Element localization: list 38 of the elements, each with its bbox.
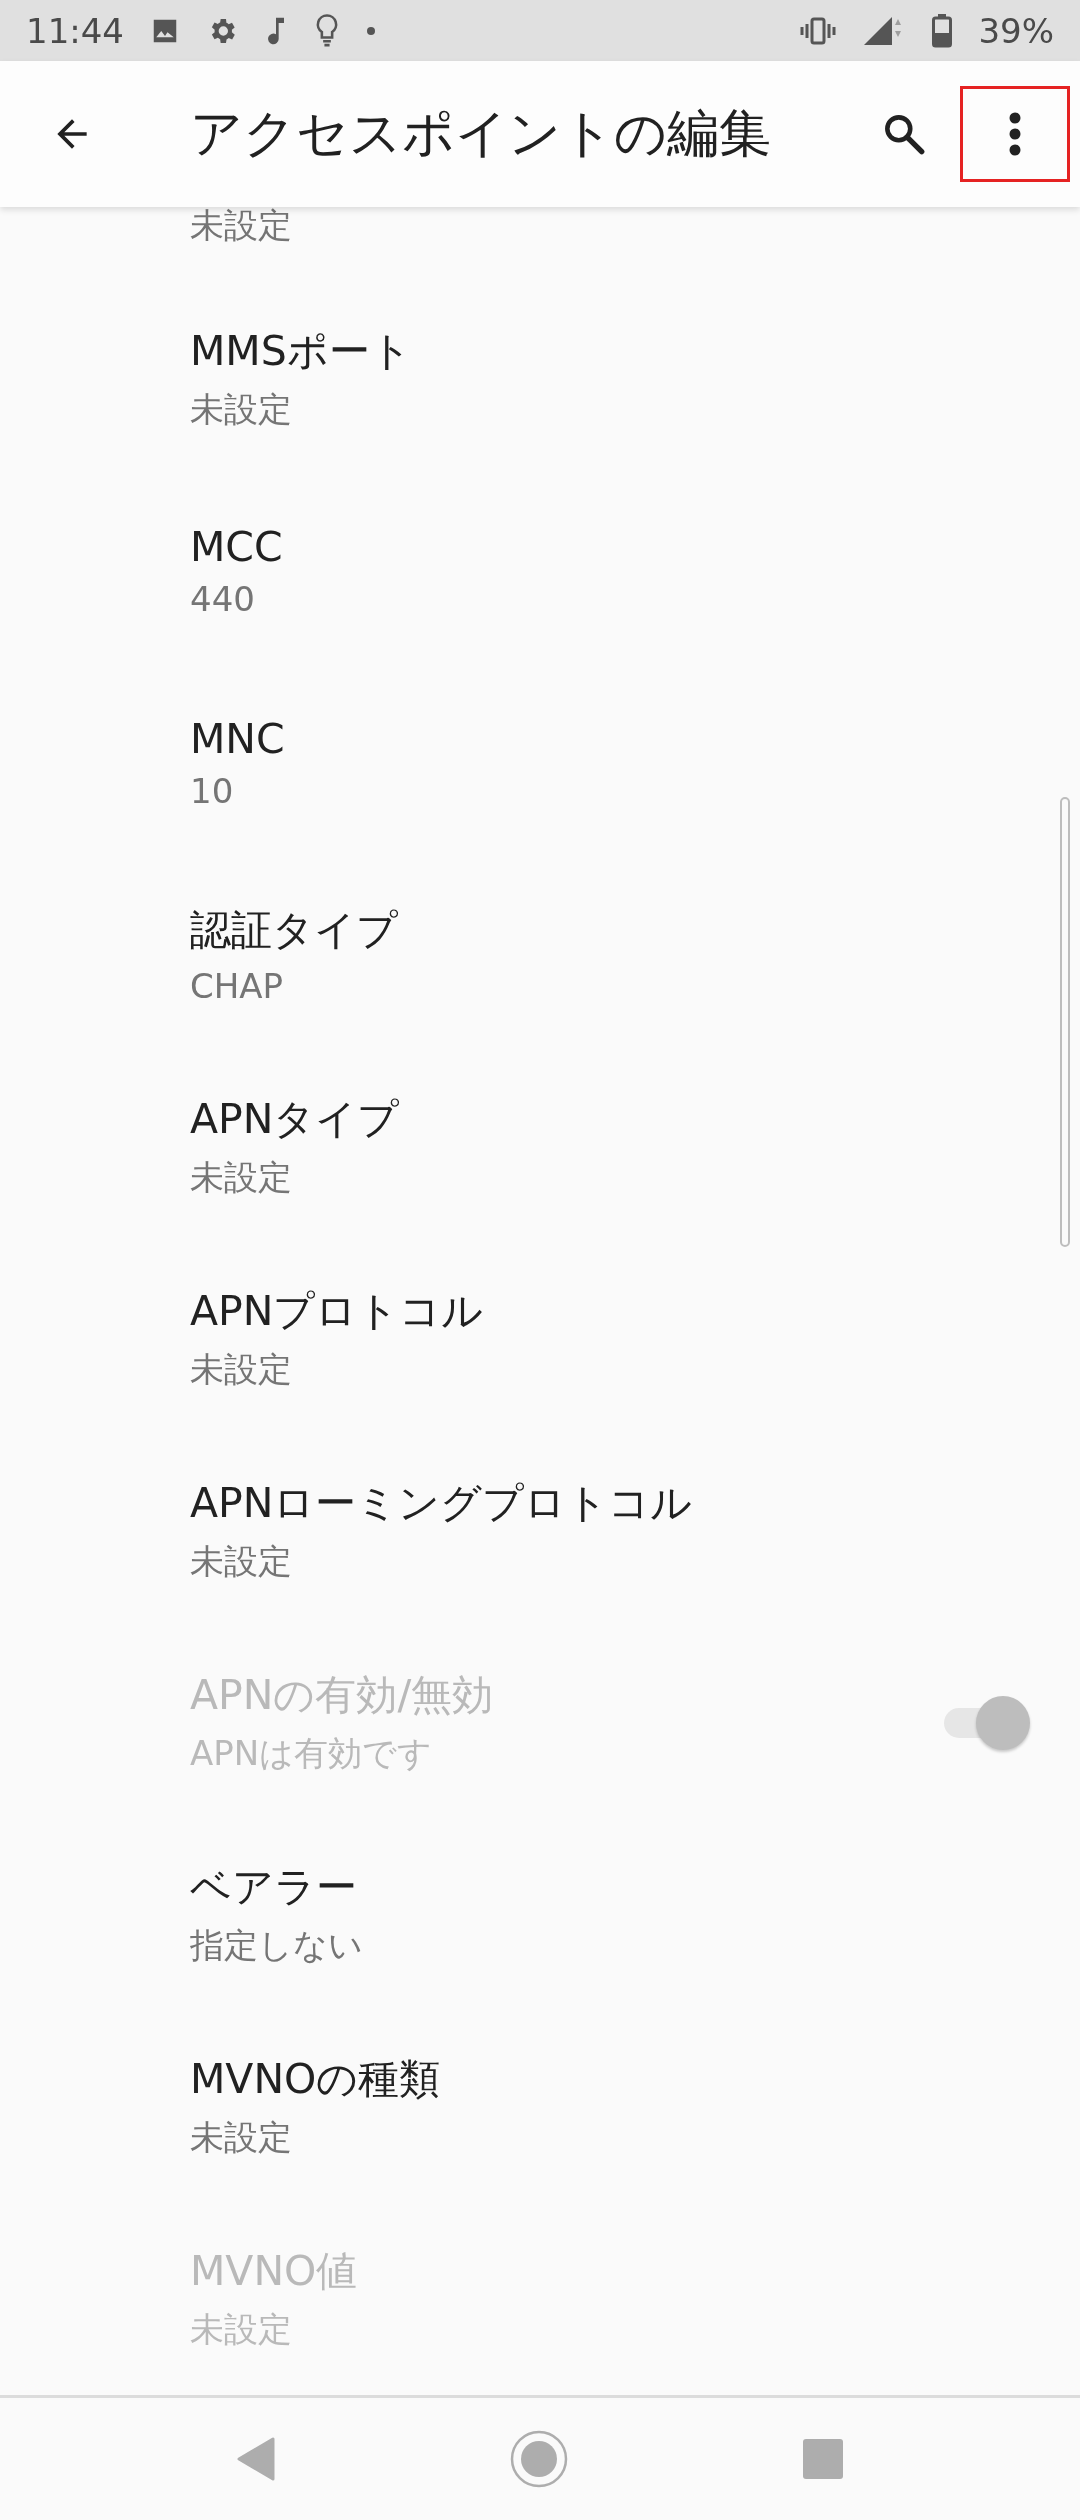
- battery-icon: [932, 13, 953, 48]
- setting-summary: CHAP: [190, 966, 285, 1007]
- setting-summary: 未設定: [190, 2308, 293, 2352]
- clock-time: 11:44: [26, 10, 124, 51]
- screen-title: アクセスポイントの編集: [190, 101, 772, 165]
- setting-title: MMSポート: [190, 326, 413, 378]
- setting-summary: 440: [190, 578, 256, 619]
- dot-icon: [366, 25, 376, 36]
- setting-summary: 未設定: [190, 1156, 293, 1200]
- setting-title: MVNOの種類: [190, 2054, 442, 2106]
- setting-title: ベアラー: [190, 1862, 358, 1914]
- setting-summary: 10: [190, 770, 235, 811]
- setting-title: MCC: [190, 522, 284, 571]
- setting-title: MNC: [190, 714, 286, 763]
- battery-percentage: 39%: [978, 10, 1054, 51]
- setting-summary: 未設定: [190, 1540, 293, 1584]
- setting-title: APNプロトコル: [190, 1286, 485, 1338]
- setting-summary: 未設定: [190, 206, 292, 243]
- nav-back-button[interactable]: [237, 2436, 276, 2481]
- recents-button[interactable]: [802, 2438, 843, 2479]
- setting-title: APNタイプ: [190, 1094, 401, 1146]
- home-button[interactable]: [510, 2429, 568, 2488]
- setting-summary: APNは有効です: [190, 1732, 434, 1776]
- setting-summary: 未設定: [190, 1348, 293, 1392]
- circle-icon: [510, 2429, 568, 2488]
- setting-summary: 未設定: [190, 388, 293, 432]
- square-icon: [802, 2438, 843, 2479]
- more-vert-icon: [1008, 110, 1022, 157]
- lightbulb-icon: [314, 12, 340, 49]
- setting-title: MVNO値: [190, 2246, 359, 2298]
- setting-title: APNローミングプロトコル: [190, 1478, 694, 1530]
- setting-summary: 未設定: [190, 2116, 293, 2160]
- more-options-button[interactable]: [960, 85, 1070, 182]
- vibrate-icon: [800, 15, 837, 46]
- setting-summary: 指定しない: [190, 1924, 364, 1968]
- setting-title: 認証タイプ: [190, 905, 399, 957]
- triangle-icon: [237, 2436, 276, 2481]
- setting-title: APNの有効/無効: [190, 1670, 495, 1722]
